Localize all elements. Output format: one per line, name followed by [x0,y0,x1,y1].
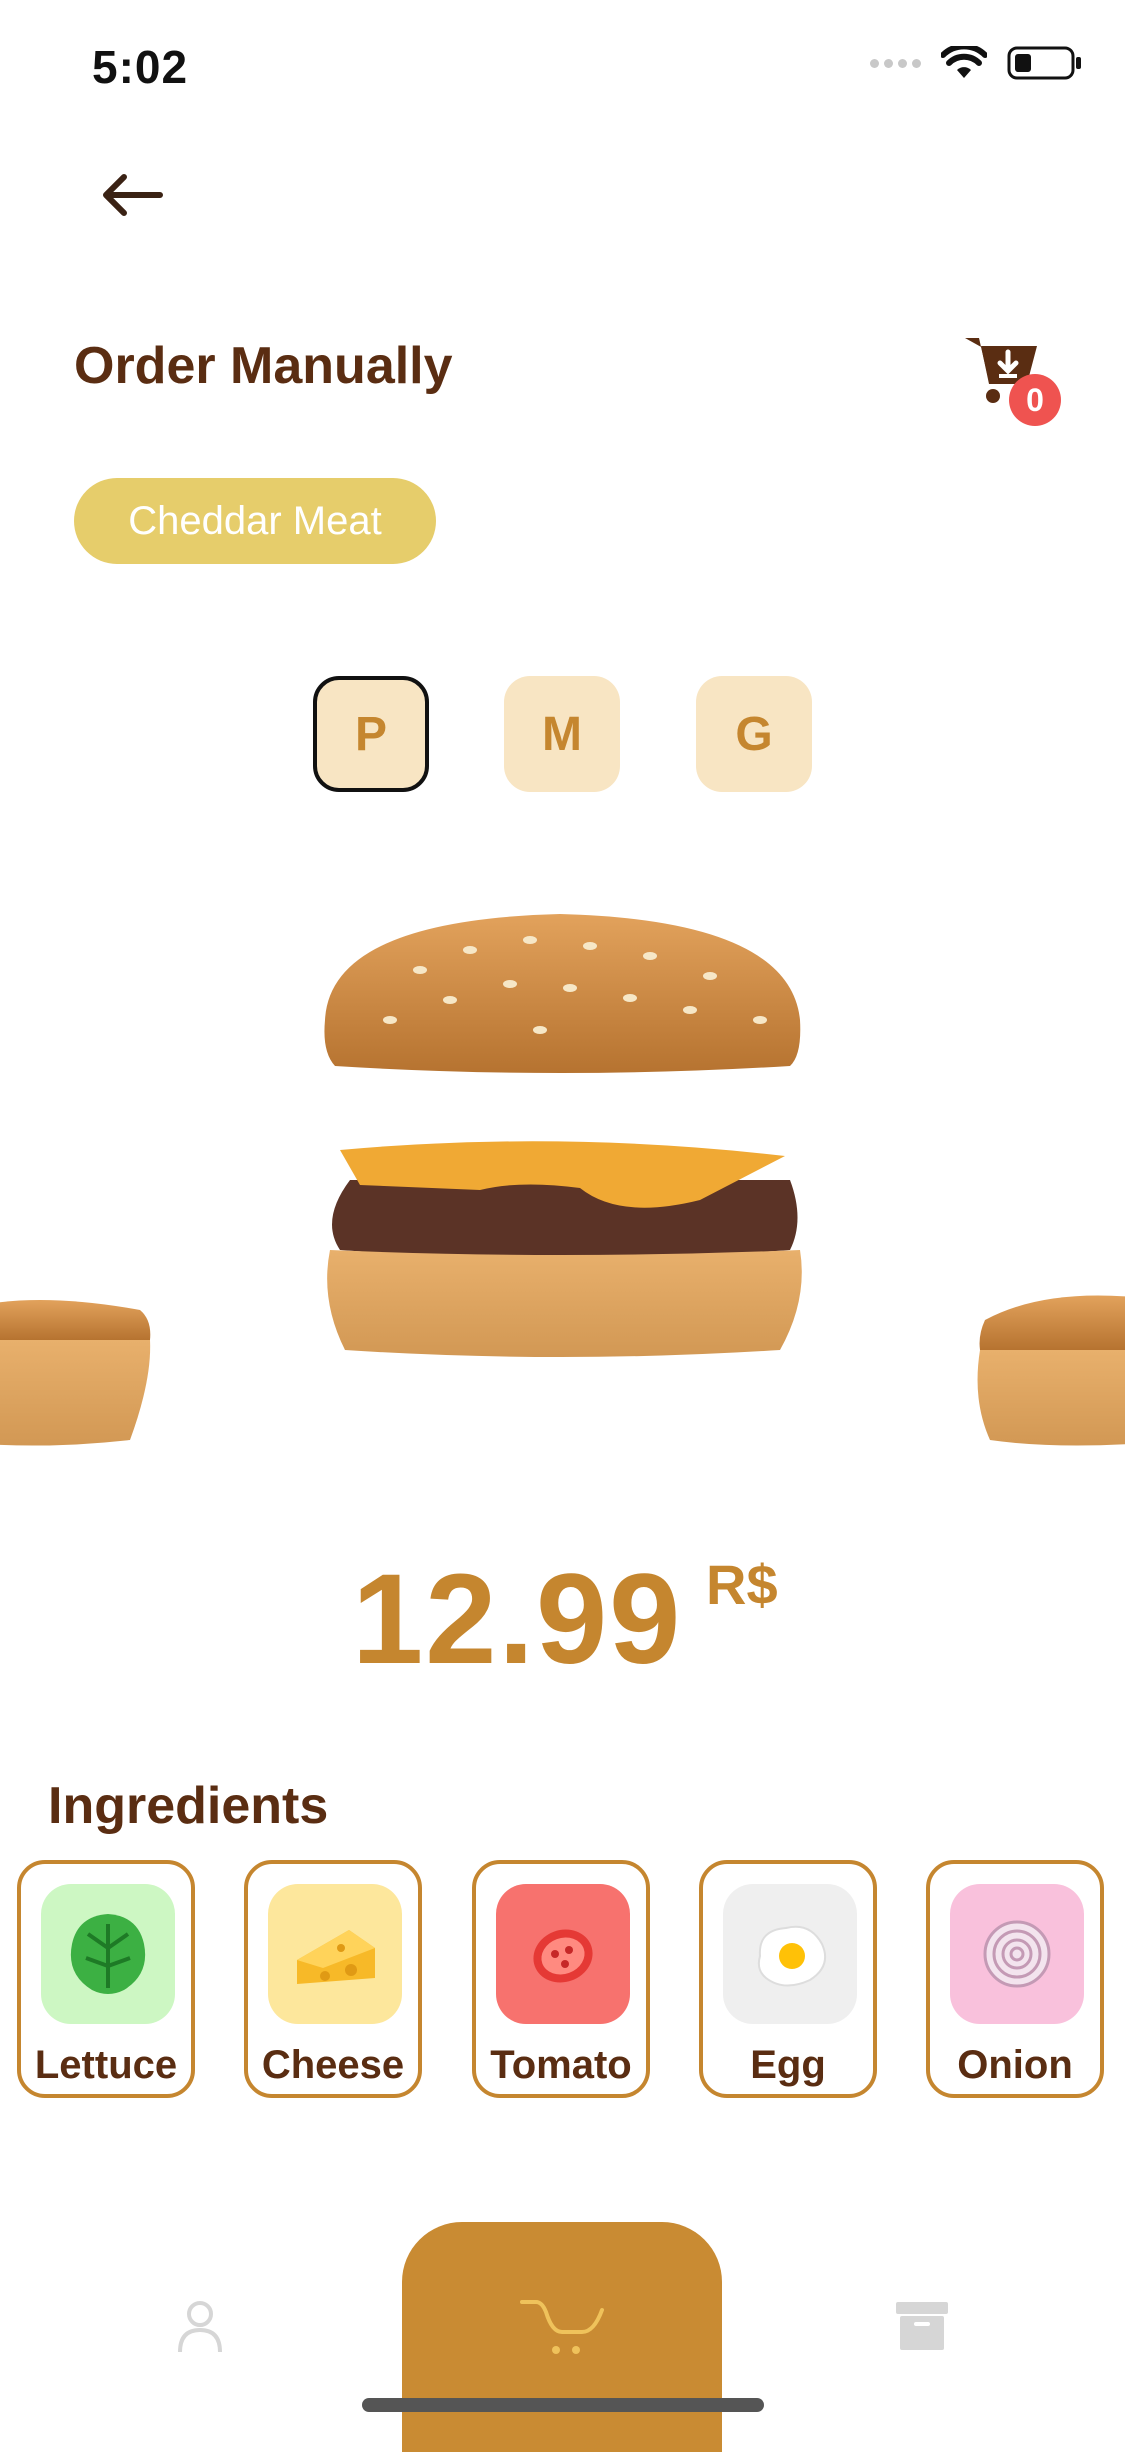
ingredient-label: Cheese [261,2043,405,2087]
ingredient-card-tomato[interactable]: Tomato [472,1860,650,2098]
ingredient-card-cheese[interactable]: Cheese [244,1860,422,2098]
onion-icon [950,1884,1084,2024]
profile-icon [178,2301,222,2353]
archive-icon [896,2302,948,2350]
status-icons [870,46,1083,80]
page-title: Order Manually [74,337,453,395]
nav-profile-button[interactable] [170,2296,230,2356]
cheese-icon [268,1884,402,2024]
price-currency: R$ [706,1553,778,1616]
arrow-left-icon [103,174,163,216]
burger-right-partial [977,1295,1125,1446]
burger-bottom-stack [327,1141,802,1357]
ingredients-title: Ingredients [48,1777,329,1835]
ingredient-label: Tomato [490,2043,632,2087]
tomato-icon [496,1884,630,2024]
back-button[interactable] [96,170,176,230]
lettuce-icon [41,1884,175,2024]
cart-icon [520,2300,604,2354]
ingredient-card-egg[interactable]: Egg [699,1860,877,2098]
product-name-chip[interactable]: Cheddar Meat [74,478,436,564]
price-value: 12.99 [352,1548,683,1691]
cart-button[interactable]: 0 [961,330,1061,430]
signal-icon [870,58,921,68]
ingredient-label: Lettuce [34,2043,178,2087]
size-m-button[interactable]: M [504,676,620,792]
nav-archive-button[interactable] [892,2296,952,2356]
cart-count-badge: 0 [1009,374,1061,426]
battery-icon [1007,46,1081,80]
burger-top-bun [324,914,801,1073]
egg-icon [723,1884,857,2024]
ingredient-label: Onion [957,2043,1073,2087]
ingredient-label: Egg [750,2043,826,2087]
size-g-button[interactable]: G [696,676,812,792]
ingredient-card-onion[interactable]: Onion [926,1860,1104,2098]
burger-carousel[interactable] [0,880,1125,1480]
nav-cart-button[interactable] [402,2222,722,2452]
wifi-icon [941,46,987,78]
size-p-button[interactable]: P [313,676,429,792]
status-time: 5:02 [92,41,189,93]
burger-left-partial [0,1300,151,1446]
home-indicator[interactable] [362,2398,764,2412]
ingredient-card-lettuce[interactable]: Lettuce [17,1860,195,2098]
